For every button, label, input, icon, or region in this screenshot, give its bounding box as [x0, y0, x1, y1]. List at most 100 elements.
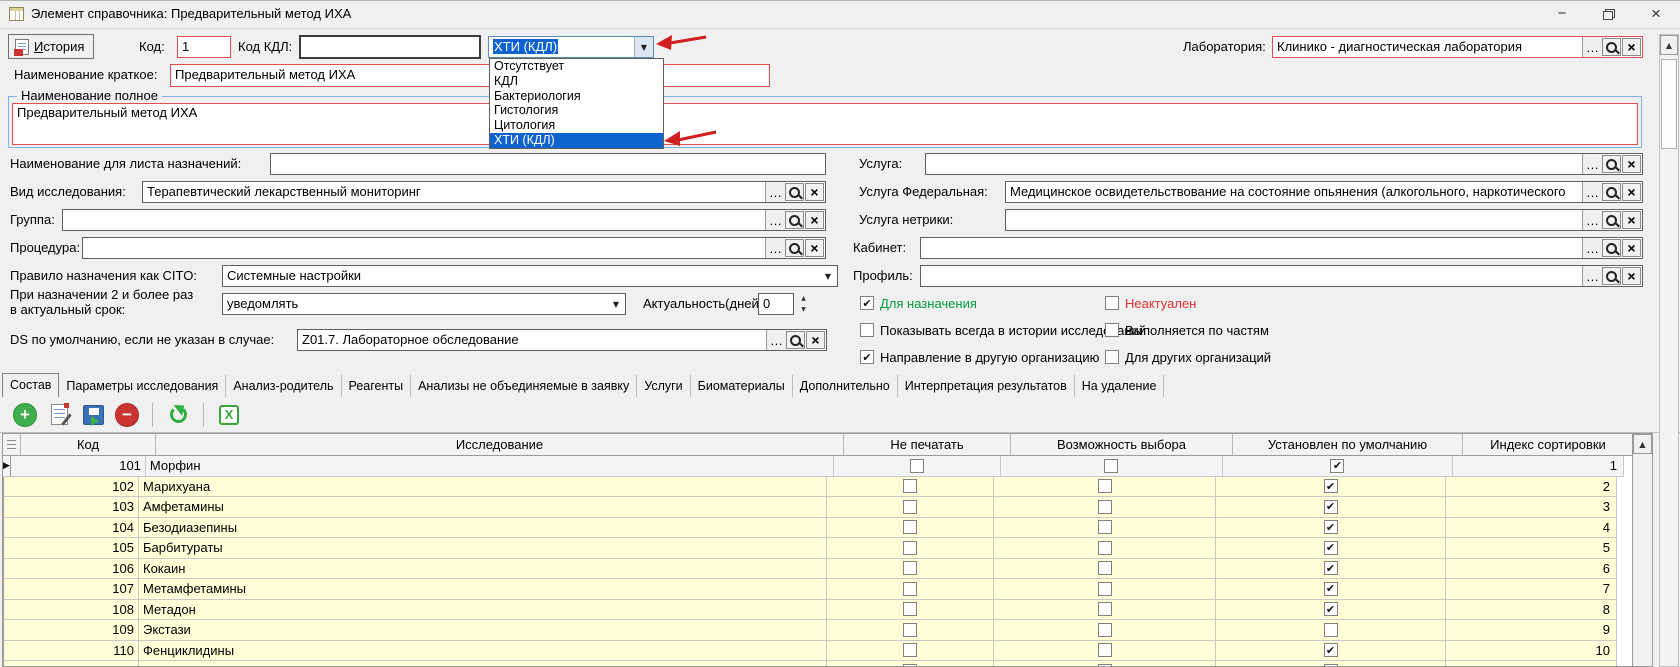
default-checkbox[interactable] [1324, 623, 1338, 637]
lookup-ellipsis-button[interactable]: … [1582, 210, 1602, 230]
checkbox-show-in-history[interactable]: Показывать всегда в истории исследований [860, 322, 1146, 338]
lookup-ellipsis-button[interactable]: … [765, 238, 785, 258]
dropdown-option[interactable]: КДЛ [490, 74, 663, 89]
restore-button[interactable] [1586, 1, 1630, 27]
search-icon[interactable] [1602, 239, 1621, 257]
no-print-checkbox[interactable] [903, 500, 917, 514]
checkbox-box[interactable] [1105, 296, 1119, 310]
no-print-checkbox[interactable] [903, 643, 917, 657]
clear-button[interactable]: × [805, 239, 824, 257]
full-name-input[interactable]: Предварительный метод ИХА [12, 103, 1638, 145]
clear-button[interactable]: × [805, 211, 824, 229]
lookup-ellipsis-button[interactable]: … [1582, 238, 1602, 258]
table-scrollbar[interactable]: ▲ [1632, 434, 1652, 667]
code-kdl-input[interactable] [299, 35, 481, 59]
repeat-assign-combobox[interactable]: уведомлять ▼ [222, 293, 626, 315]
column-header-sort-index[interactable]: Индекс сортировки [1463, 434, 1634, 455]
spin-down-icon[interactable]: ▼ [796, 304, 811, 315]
can-select-checkbox[interactable] [1104, 459, 1118, 473]
tab-analizy-ne-obedinyaemye[interactable]: Анализы не объединяемые в заявку [411, 375, 637, 397]
chevron-down-icon[interactable]: ▼ [819, 266, 837, 286]
clear-button[interactable]: × [1622, 38, 1641, 56]
no-print-checkbox[interactable] [903, 479, 917, 493]
chevron-down-icon[interactable]: ▼ [607, 294, 625, 314]
search-icon[interactable] [1602, 38, 1621, 56]
default-checkbox[interactable]: ✔ [1324, 479, 1338, 493]
checkbox-box[interactable]: ✔ [860, 296, 874, 310]
table-row[interactable]: 103 Амфетамины ✔ 3 [3, 497, 1652, 518]
search-icon[interactable] [1602, 267, 1621, 285]
column-header-code[interactable]: Код [21, 434, 156, 455]
checkbox-box[interactable]: ✔ [860, 350, 874, 364]
table-row[interactable]: ▶ 101 Морфин ✔ 1 [3, 456, 1652, 477]
table-row[interactable]: 105 Барбитураты ✔ 5 [3, 538, 1652, 559]
actuality-value[interactable]: 0 [758, 293, 794, 315]
can-select-checkbox[interactable] [1098, 602, 1112, 616]
can-select-checkbox[interactable] [1098, 582, 1112, 596]
cabinet-field[interactable]: … × [920, 237, 1643, 259]
laboratory-field[interactable]: Клинико - диагностическая лаборатория … … [1272, 36, 1643, 58]
default-checkbox[interactable]: ✔ [1324, 561, 1338, 575]
table-row[interactable]: 109 Экстази 9 [3, 620, 1652, 641]
cito-rule-combobox[interactable]: Системные настройки ▼ [222, 265, 838, 287]
research-type-field[interactable]: Терапевтический лекарственный мониторинг… [142, 181, 826, 203]
short-name-input[interactable]: Предварительный метод ИХА [170, 64, 770, 87]
can-select-checkbox[interactable] [1098, 520, 1112, 534]
default-checkbox[interactable]: ✔ [1324, 541, 1338, 555]
clear-button[interactable]: × [1622, 155, 1641, 173]
chevron-down-icon[interactable]: ▼ [634, 37, 653, 57]
actuality-spinner[interactable]: 0 ▲ ▼ [758, 293, 811, 315]
clear-button[interactable]: × [806, 331, 825, 349]
lookup-ellipsis-button[interactable]: … [765, 182, 785, 202]
save-button[interactable] [80, 402, 106, 428]
table-row[interactable]: 104 Безодиазепины ✔ 4 [3, 518, 1652, 539]
no-print-checkbox[interactable] [903, 582, 917, 596]
no-print-checkbox[interactable] [903, 541, 917, 555]
checkbox-inactive[interactable]: Неактуален [1105, 295, 1196, 311]
can-select-checkbox[interactable] [1098, 541, 1112, 555]
clear-button[interactable]: × [805, 183, 824, 201]
checkbox-box[interactable] [1105, 323, 1119, 337]
service-field[interactable]: … × [925, 153, 1643, 175]
lab-type-combobox[interactable]: ХТИ (КДЛ) ▼ [488, 36, 654, 58]
scroll-up-icon[interactable]: ▲ [1633, 434, 1652, 454]
can-select-checkbox[interactable] [1098, 479, 1112, 493]
scrollbar-thumb[interactable] [1661, 59, 1677, 149]
spin-up-icon[interactable]: ▲ [796, 293, 811, 304]
dropdown-option[interactable]: Отсутствует [490, 59, 663, 74]
dropdown-option[interactable]: Гистология [490, 103, 663, 118]
lookup-ellipsis-button[interactable]: … [765, 210, 785, 230]
scroll-up-icon[interactable]: ▲ [1660, 35, 1678, 55]
table-row[interactable]: 107 Метамфетамины ✔ 7 [3, 579, 1652, 600]
dropdown-option[interactable]: Цитология [490, 118, 663, 133]
lookup-ellipsis-button[interactable]: … [1582, 37, 1602, 57]
column-header-no-print[interactable]: Не печатать [844, 434, 1011, 455]
tab-reagenty[interactable]: Реагенты [342, 375, 412, 397]
lookup-ellipsis-button[interactable]: … [1582, 154, 1602, 174]
table-row[interactable]: 108 Метадон ✔ 8 [3, 600, 1652, 621]
export-excel-button[interactable]: X [216, 402, 242, 428]
default-checkbox[interactable]: ✔ [1324, 602, 1338, 616]
search-icon[interactable] [1602, 155, 1621, 173]
checkbox-for-assignment[interactable]: ✔ Для назначения [860, 295, 977, 311]
default-checkbox[interactable]: ✔ [1324, 643, 1338, 657]
form-scrollbar[interactable]: ▲ [1659, 34, 1679, 667]
service-federal-field[interactable]: Медицинское освидетельствование на состо… [1005, 181, 1643, 203]
clear-button[interactable]: × [1622, 211, 1641, 229]
procedure-field[interactable]: … × [82, 237, 826, 259]
clear-button[interactable]: × [1622, 239, 1641, 257]
column-header-can-select[interactable]: Возможность выбора [1011, 434, 1233, 455]
table-row[interactable]: 102 Марихуана ✔ 2 [3, 477, 1652, 498]
dropdown-option[interactable]: Бактериология [490, 89, 663, 104]
dropdown-option-selected[interactable]: ХТИ (КДЛ) [490, 133, 663, 148]
minimize-button[interactable]: − [1540, 1, 1584, 27]
can-select-checkbox[interactable] [1098, 561, 1112, 575]
code-input[interactable]: 1 [177, 36, 231, 58]
history-button[interactable]: История [8, 34, 94, 59]
default-checkbox[interactable]: ✔ [1324, 520, 1338, 534]
tab-analiz-roditel[interactable]: Анализ-родитель [226, 375, 341, 397]
no-print-checkbox[interactable] [903, 602, 917, 616]
clear-button[interactable]: × [1622, 267, 1641, 285]
checkbox-executed-in-parts[interactable]: Выполняется по частям [1105, 322, 1269, 338]
no-print-checkbox[interactable] [903, 561, 917, 575]
